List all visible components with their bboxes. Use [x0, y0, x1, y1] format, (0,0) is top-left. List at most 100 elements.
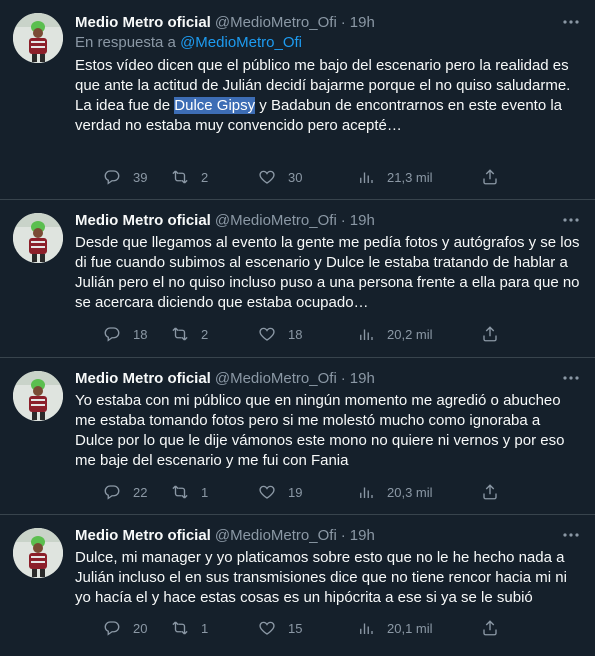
tweet-actions: 39 2 30 21,3 mil [75, 167, 581, 187]
reply-icon [104, 327, 120, 342]
reply-button[interactable]: 22 [103, 483, 147, 501]
view-count: 21,3 mil [387, 169, 433, 185]
reply-button[interactable]: 18 [103, 325, 147, 343]
replying-to: En respuesta a @MedioMetro_Ofi [75, 34, 581, 54]
retweet-button[interactable]: 2 [171, 325, 208, 343]
separator-dot: · [340, 211, 346, 229]
like-count: 18 [288, 326, 303, 342]
share-icon [483, 169, 497, 185]
tweet-actions: 20 1 15 20,1 mil [75, 618, 581, 638]
views-button[interactable]: 20,3 mil [357, 483, 433, 501]
mention-link[interactable]: Dulce Gipsy [174, 97, 256, 114]
avatar[interactable] [13, 371, 63, 421]
views-button[interactable]: 20,2 mil [357, 325, 433, 343]
tweet-text: Desde que llegamos al evento la gente me… [75, 234, 584, 311]
like-button[interactable]: 30 [258, 168, 302, 186]
tweet-thread: Medio Metro oficial @MedioMetro_Ofi · 19… [0, 0, 595, 656]
heart-icon [259, 485, 275, 499]
retweet-icon [172, 485, 188, 499]
tweet-text: Estos vídeo dicen que el público me bajo… [75, 56, 581, 136]
tweet[interactable]: Medio Metro oficial @MedioMetro_Ofi · 19… [0, 515, 595, 656]
tweet[interactable]: Medio Metro oficial @MedioMetro_Ofi · 19… [0, 200, 595, 358]
like-count: 30 [288, 169, 303, 185]
reply-icon [104, 621, 120, 636]
tweet[interactable]: Medio Metro oficial @MedioMetro_Ofi · 19… [0, 358, 595, 515]
tweet-text: Dulce, mi manager y yo platicamos sobre … [75, 549, 572, 606]
replying-to-label: En respuesta a [75, 34, 181, 51]
analytics-icon [360, 172, 373, 183]
more-options-icon[interactable] [561, 210, 581, 230]
retweet-icon [172, 327, 188, 341]
timestamp[interactable]: 19h [350, 212, 375, 229]
tweet-header: Medio Metro oficial @MedioMetro_Ofi · 19… [75, 368, 581, 388]
tweet[interactable]: Medio Metro oficial @MedioMetro_Ofi · 19… [0, 0, 595, 200]
reply-count: 22 [133, 484, 148, 500]
analytics-icon [360, 329, 373, 340]
share-button[interactable] [481, 168, 499, 186]
timestamp[interactable]: 19h [350, 370, 375, 387]
tweet-text: Yo estaba con mi público que en ningún m… [75, 392, 569, 469]
like-button[interactable]: 18 [258, 325, 302, 343]
like-button[interactable]: 19 [258, 483, 302, 501]
tweet-actions: 18 2 18 20,2 mil [75, 324, 581, 344]
share-button[interactable] [481, 483, 499, 501]
reply-button[interactable]: 39 [103, 168, 147, 186]
views-button[interactable]: 21,3 mil [357, 168, 433, 186]
username[interactable]: @MedioMetro_Ofi [215, 370, 337, 387]
retweet-icon [172, 170, 188, 184]
display-name[interactable]: Medio Metro oficial [75, 14, 211, 31]
analytics-icon [360, 623, 373, 634]
like-count: 19 [288, 484, 303, 500]
view-count: 20,3 mil [387, 484, 433, 500]
reply-icon [104, 170, 120, 185]
view-count: 20,2 mil [387, 326, 433, 342]
retweet-count: 2 [201, 169, 209, 185]
share-icon [483, 484, 497, 500]
reply-count: 20 [133, 620, 148, 636]
reply-icon [104, 485, 120, 500]
retweet-count: 1 [201, 620, 209, 636]
replying-to-link[interactable]: @MedioMetro_Ofi [180, 34, 302, 51]
heart-icon [259, 170, 275, 184]
avatar[interactable] [13, 13, 63, 63]
separator-dot: · [340, 526, 346, 544]
retweet-count: 2 [201, 326, 209, 342]
views-button[interactable]: 20,1 mil [357, 619, 433, 637]
username[interactable]: @MedioMetro_Ofi [215, 212, 337, 229]
tweet-actions: 22 1 19 20,3 mil [75, 482, 581, 502]
username[interactable]: @MedioMetro_Ofi [215, 527, 337, 544]
heart-icon [259, 621, 275, 635]
reply-button[interactable]: 20 [103, 619, 147, 637]
share-button[interactable] [481, 325, 499, 343]
retweet-button[interactable]: 1 [171, 483, 208, 501]
more-options-icon[interactable] [561, 368, 581, 388]
analytics-icon [360, 487, 373, 498]
separator-dot: · [340, 369, 346, 387]
share-button[interactable] [481, 619, 499, 637]
reply-count: 39 [133, 169, 148, 185]
retweet-button[interactable]: 2 [171, 168, 208, 186]
share-icon [483, 326, 497, 342]
separator-dot: · [340, 13, 346, 31]
retweet-button[interactable]: 1 [171, 619, 208, 637]
timestamp[interactable]: 19h [350, 14, 375, 31]
tweet-header: Medio Metro oficial @MedioMetro_Ofi · 19… [75, 525, 581, 545]
view-count: 20,1 mil [387, 620, 433, 636]
display-name[interactable]: Medio Metro oficial [75, 370, 211, 387]
username[interactable]: @MedioMetro_Ofi [215, 14, 337, 31]
more-options-icon[interactable] [561, 12, 581, 32]
timestamp[interactable]: 19h [350, 527, 375, 544]
like-count: 15 [288, 620, 303, 636]
avatar[interactable] [13, 528, 63, 578]
share-icon [483, 620, 497, 636]
heart-icon [259, 327, 275, 341]
reply-count: 18 [133, 326, 148, 342]
retweet-icon [172, 621, 188, 635]
tweet-header: Medio Metro oficial @MedioMetro_Ofi · 19… [75, 12, 581, 32]
display-name[interactable]: Medio Metro oficial [75, 527, 211, 544]
like-button[interactable]: 15 [258, 619, 302, 637]
avatar[interactable] [13, 213, 63, 263]
more-options-icon[interactable] [561, 525, 581, 545]
display-name[interactable]: Medio Metro oficial [75, 212, 211, 229]
retweet-count: 1 [201, 484, 209, 500]
